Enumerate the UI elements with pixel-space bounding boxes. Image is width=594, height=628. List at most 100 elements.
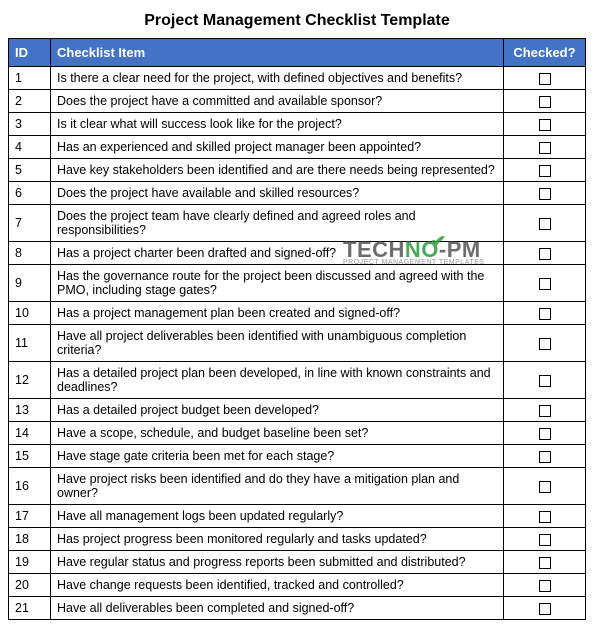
- row-item: Has a detailed project budget been devel…: [51, 399, 504, 422]
- row-id: 5: [9, 159, 51, 182]
- row-id: 8: [9, 242, 51, 265]
- row-item: Does the project team have clearly defin…: [51, 205, 504, 242]
- checklist-table: ID Checklist Item Checked? 1Is there a c…: [8, 38, 586, 620]
- checkbox-icon[interactable]: [539, 481, 551, 493]
- checkbox-icon[interactable]: [539, 248, 551, 260]
- row-checkbox-cell: [504, 505, 586, 528]
- table-row: 12Has a detailed project plan been devel…: [9, 362, 586, 399]
- row-id: 12: [9, 362, 51, 399]
- row-item: Has project progress been monitored regu…: [51, 528, 504, 551]
- table-row: 8Has a project charter been drafted and …: [9, 242, 586, 265]
- row-id: 10: [9, 302, 51, 325]
- checkbox-icon[interactable]: [539, 603, 551, 615]
- checkbox-icon[interactable]: [539, 96, 551, 108]
- row-checkbox-cell: [504, 265, 586, 302]
- row-checkbox-cell: [504, 362, 586, 399]
- row-item: Has a detailed project plan been develop…: [51, 362, 504, 399]
- row-item: Have stage gate criteria been met for ea…: [51, 445, 504, 468]
- row-checkbox-cell: [504, 399, 586, 422]
- checkbox-icon[interactable]: [539, 73, 551, 85]
- table-row: 19Have regular status and progress repor…: [9, 551, 586, 574]
- checkbox-icon[interactable]: [539, 428, 551, 440]
- row-item: Have all project deliverables been ident…: [51, 325, 504, 362]
- row-checkbox-cell: [504, 159, 586, 182]
- row-checkbox-cell: [504, 325, 586, 362]
- row-item: Have all management logs been updated re…: [51, 505, 504, 528]
- row-checkbox-cell: [504, 302, 586, 325]
- checkbox-icon[interactable]: [539, 405, 551, 417]
- checkbox-icon[interactable]: [539, 278, 551, 290]
- row-item: Have key stakeholders been identified an…: [51, 159, 504, 182]
- row-id: 18: [9, 528, 51, 551]
- table-row: 13Has a detailed project budget been dev…: [9, 399, 586, 422]
- row-id: 1: [9, 67, 51, 90]
- row-id: 20: [9, 574, 51, 597]
- table-row: 15Have stage gate criteria been met for …: [9, 445, 586, 468]
- table-row: 11Have all project deliverables been ide…: [9, 325, 586, 362]
- row-item: Does the project have available and skil…: [51, 182, 504, 205]
- checkbox-icon[interactable]: [539, 451, 551, 463]
- row-id: 19: [9, 551, 51, 574]
- row-checkbox-cell: [504, 113, 586, 136]
- row-id: 6: [9, 182, 51, 205]
- row-id: 3: [9, 113, 51, 136]
- row-checkbox-cell: [504, 205, 586, 242]
- row-id: 4: [9, 136, 51, 159]
- row-checkbox-cell: [504, 574, 586, 597]
- row-item: Have a scope, schedule, and budget basel…: [51, 422, 504, 445]
- table-row: 4Has an experienced and skilled project …: [9, 136, 586, 159]
- table-header-row: ID Checklist Item Checked?: [9, 39, 586, 67]
- table-row: 5Have key stakeholders been identified a…: [9, 159, 586, 182]
- table-row: 20Have change requests been identified, …: [9, 574, 586, 597]
- row-item: Has an experienced and skilled project m…: [51, 136, 504, 159]
- row-checkbox-cell: [504, 67, 586, 90]
- checkbox-icon[interactable]: [539, 119, 551, 131]
- row-item: Have regular status and progress reports…: [51, 551, 504, 574]
- table-row: 7Does the project team have clearly defi…: [9, 205, 586, 242]
- table-row: 10Has a project management plan been cre…: [9, 302, 586, 325]
- table-row: 1Is there a clear need for the project, …: [9, 67, 586, 90]
- row-item: Have change requests been identified, tr…: [51, 574, 504, 597]
- row-checkbox-cell: [504, 445, 586, 468]
- row-id: 16: [9, 468, 51, 505]
- row-checkbox-cell: [504, 90, 586, 113]
- checkbox-icon[interactable]: [539, 308, 551, 320]
- checkbox-icon[interactable]: [539, 375, 551, 387]
- table-row: 18Has project progress been monitored re…: [9, 528, 586, 551]
- checkbox-icon[interactable]: [539, 534, 551, 546]
- checkbox-icon[interactable]: [539, 557, 551, 569]
- table-row: 3Is it clear what will success look like…: [9, 113, 586, 136]
- row-id: 15: [9, 445, 51, 468]
- row-item: Is there a clear need for the project, w…: [51, 67, 504, 90]
- checkbox-icon[interactable]: [539, 142, 551, 154]
- row-checkbox-cell: [504, 182, 586, 205]
- checkbox-icon[interactable]: [539, 165, 551, 177]
- checkbox-icon[interactable]: [539, 188, 551, 200]
- col-checked-header: Checked?: [504, 39, 586, 67]
- row-item: Have project risks been identified and d…: [51, 468, 504, 505]
- row-checkbox-cell: [504, 242, 586, 265]
- checkbox-icon[interactable]: [539, 580, 551, 592]
- checkbox-icon[interactable]: [539, 218, 551, 230]
- row-checkbox-cell: [504, 551, 586, 574]
- row-item: Does the project have a committed and av…: [51, 90, 504, 113]
- row-id: 13: [9, 399, 51, 422]
- table-row: 17Have all management logs been updated …: [9, 505, 586, 528]
- row-id: 2: [9, 90, 51, 113]
- row-item: Is it clear what will success look like …: [51, 113, 504, 136]
- row-item: Has the governance route for the project…: [51, 265, 504, 302]
- col-id-header: ID: [9, 39, 51, 67]
- table-row: 2Does the project have a committed and a…: [9, 90, 586, 113]
- checkbox-icon[interactable]: [539, 338, 551, 350]
- table-row: 14Have a scope, schedule, and budget bas…: [9, 422, 586, 445]
- row-id: 11: [9, 325, 51, 362]
- row-id: 17: [9, 505, 51, 528]
- row-item: Has a project charter been drafted and s…: [51, 242, 504, 265]
- row-checkbox-cell: [504, 468, 586, 505]
- row-checkbox-cell: [504, 528, 586, 551]
- checkbox-icon[interactable]: [539, 511, 551, 523]
- table-row: 9Has the governance route for the projec…: [9, 265, 586, 302]
- row-checkbox-cell: [504, 136, 586, 159]
- row-id: 7: [9, 205, 51, 242]
- table-row: 16Have project risks been identified and…: [9, 468, 586, 505]
